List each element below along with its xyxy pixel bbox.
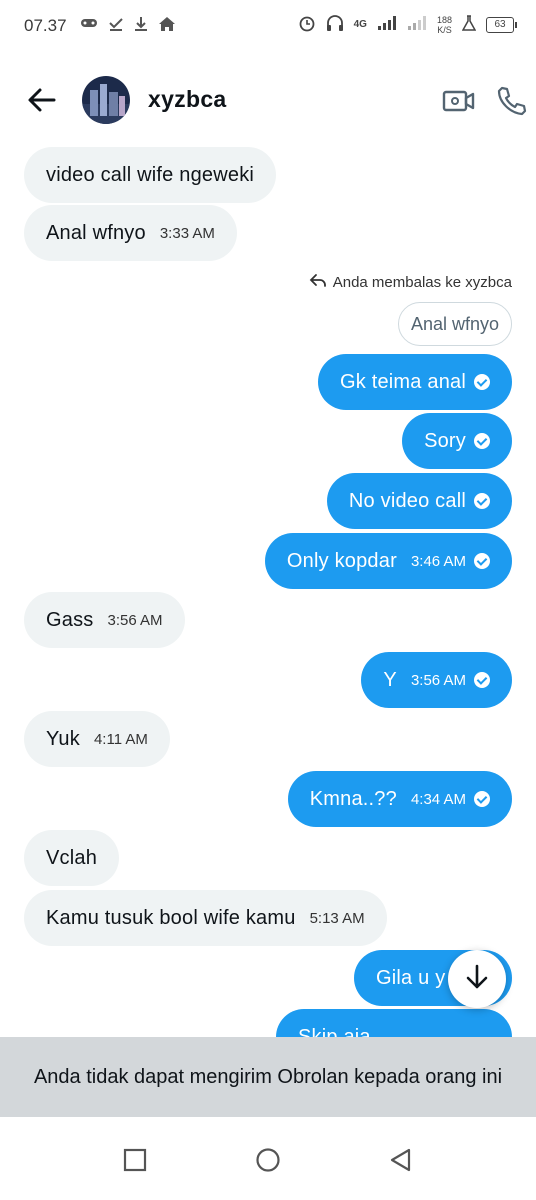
reply-info-text: Anda membalas ke xyzbca	[332, 273, 512, 291]
message-bubble-incoming[interactable]: Yuk 4:11 AM	[24, 711, 170, 767]
headphones-icon	[326, 14, 344, 35]
read-check-icon	[474, 433, 490, 449]
message-text: Skip aja	[298, 1025, 371, 1038]
scroll-down-button[interactable]	[448, 950, 506, 1008]
signal-icon	[377, 15, 397, 34]
message-bubble-outgoing[interactable]: No video call	[326, 473, 512, 529]
alarm-icon	[298, 14, 316, 35]
speed-unit: K/S	[437, 24, 452, 35]
system-nav-bar	[0, 1117, 536, 1200]
message-time: 3:33 AM	[159, 224, 215, 242]
message-time: 4:34 AM	[410, 790, 466, 808]
quoted-message[interactable]: Anal wfnyo	[397, 302, 512, 346]
message-text: Kamu tusuk bool wife kamu	[46, 906, 296, 929]
recents-button[interactable]	[122, 1147, 148, 1173]
message-bubble-outgoing[interactable]: Y 3:56 AM	[361, 652, 512, 708]
message-bubble-incoming[interactable]: video call wife ngeweki	[24, 147, 277, 203]
speed-value: 188	[436, 14, 452, 25]
read-check-icon	[474, 493, 490, 509]
read-check-icon	[474, 374, 490, 390]
download-icon	[134, 16, 148, 36]
message-bubble-incoming[interactable]: Anal wfnyo 3:33 AM	[24, 205, 237, 261]
network-type: 4G	[353, 19, 367, 30]
read-check-icon	[474, 553, 490, 569]
message-text: Y	[383, 668, 397, 691]
video-call-icon[interactable]	[442, 84, 476, 118]
message-bubble-outgoing[interactable]: Kmna..?? 4:34 AM	[287, 771, 512, 827]
message-text: Gk teima anal	[340, 370, 466, 393]
cannot-message-notice: Anda tidak dapat mengirim Obrolan kepada…	[0, 1037, 536, 1117]
message-bubble-outgoing[interactable]: Sory	[402, 413, 512, 469]
back-button[interactable]	[388, 1147, 414, 1173]
download-done-icon	[108, 16, 124, 36]
battery-icon: 63	[486, 16, 517, 33]
back-arrow-icon[interactable]	[26, 84, 58, 116]
message-time: 3:56 AM	[410, 671, 466, 689]
message-text: Anal wfnyo	[46, 221, 146, 244]
reply-info: Anda membalas ke xyzbca	[309, 272, 512, 292]
message-bubble-outgoing[interactable]: Skip aja	[276, 1009, 512, 1037]
message-text: Gass	[46, 608, 94, 631]
message-text: Yuk	[46, 727, 80, 750]
read-check-icon	[474, 791, 490, 807]
arrow-down-icon	[463, 963, 491, 995]
message-bubble-incoming[interactable]: Kamu tusuk bool wife kamu 5:13 AM	[24, 890, 387, 946]
chat-header: xyzbca	[0, 66, 536, 138]
message-text: video call wife ngeweki	[46, 163, 255, 186]
net-speed: 188 K/S	[437, 15, 452, 35]
message-time: 5:13 AM	[309, 909, 365, 927]
message-text: Kmna..??	[309, 787, 397, 810]
quoted-text: Anal wfnyo	[410, 313, 499, 334]
read-check-icon	[474, 672, 490, 688]
signal-weak-icon	[407, 15, 427, 34]
message-text: Vclah	[46, 846, 98, 869]
message-text: Only kopdar	[286, 549, 397, 572]
message-time: 4:11 AM	[93, 730, 148, 748]
phone-icon[interactable]	[494, 84, 528, 118]
message-time: 3:46 AM	[410, 552, 466, 570]
status-time: 07.37	[24, 16, 67, 35]
message-text: Gila u y	[376, 966, 446, 989]
message-bubble-outgoing[interactable]: Only kopdar 3:46 AM	[264, 533, 512, 589]
message-text: Sory	[424, 429, 466, 452]
message-list[interactable]: video call wife ngeweki Anal wfnyo 3:33 …	[0, 142, 536, 1037]
contact-name[interactable]: xyzbca	[148, 86, 227, 113]
message-bubble-incoming[interactable]: Vclah	[24, 830, 120, 886]
home-button[interactable]	[255, 1147, 281, 1173]
message-bubble-outgoing[interactable]: Gk teima anal	[318, 354, 512, 410]
message-time: 3:56 AM	[107, 611, 163, 629]
flask-icon	[461, 15, 477, 34]
message-bubble-incoming[interactable]: Gass 3:56 AM	[24, 592, 185, 648]
message-text: No video call	[348, 489, 466, 512]
reply-arrow-icon	[309, 272, 327, 292]
notice-text: Anda tidak dapat mengirim Obrolan kepada…	[33, 1065, 503, 1088]
status-bar: 07.37 4G 188 K/S 63	[0, 0, 536, 56]
home-icon	[158, 16, 176, 36]
avatar[interactable]	[82, 76, 130, 124]
game-controller-icon	[80, 16, 98, 36]
